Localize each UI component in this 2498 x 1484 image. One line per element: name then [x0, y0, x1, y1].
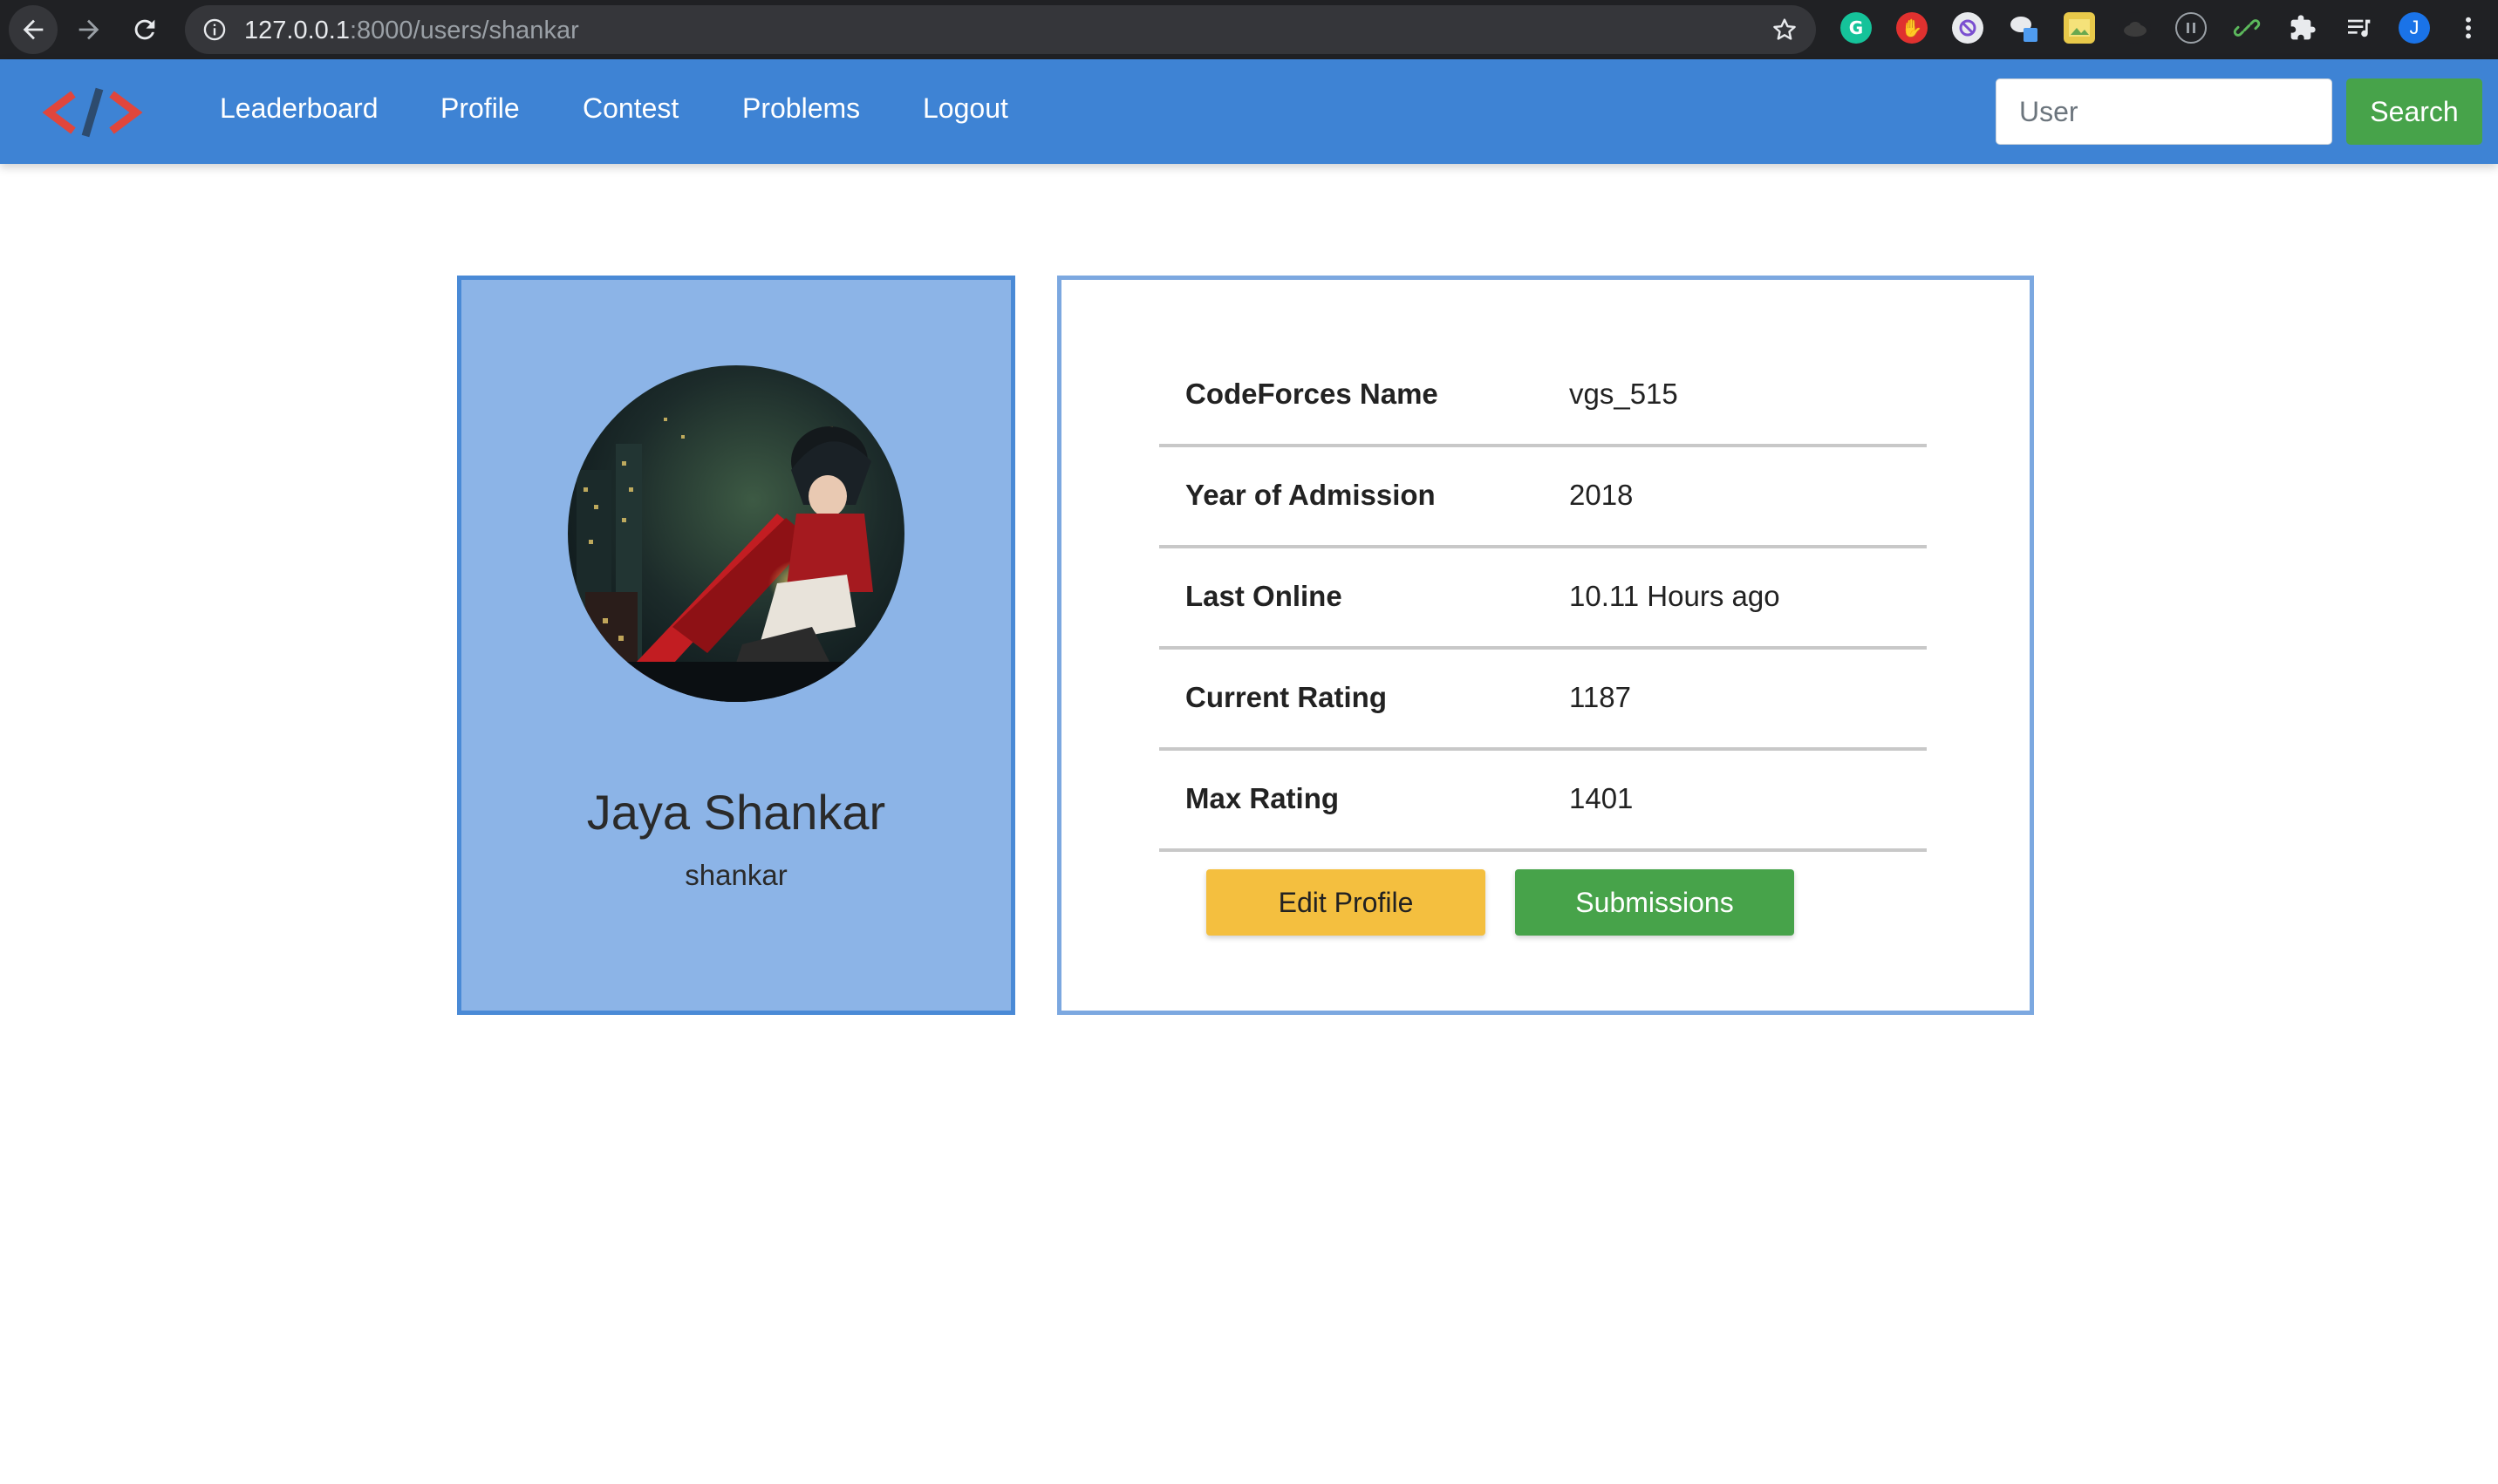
- adblock-icon[interactable]: ✋: [1896, 12, 1928, 44]
- star-icon[interactable]: [1771, 16, 1798, 44]
- nav-logout[interactable]: Logout: [923, 92, 1008, 125]
- arrow-right-icon: [78, 19, 99, 40]
- nav-contest[interactable]: Contest: [583, 92, 679, 125]
- url-text[interactable]: 127.0.0.1:8000/users/shankar: [244, 17, 579, 45]
- address-bar[interactable]: 127.0.0.1:8000/users/shankar: [185, 5, 1816, 54]
- image-extension-icon[interactable]: [2064, 12, 2095, 44]
- table-row: Current Rating 1187: [1159, 650, 1927, 751]
- site-navbar: Leaderboard Profile Contest Problems Log…: [0, 59, 2498, 164]
- link-icon[interactable]: [2231, 12, 2263, 44]
- anime-avatar-image: [568, 365, 904, 702]
- table-row: CodeForces Name vgs_515: [1159, 346, 1927, 447]
- kebab-menu-icon[interactable]: [2453, 12, 2484, 44]
- url-path: :8000/users/shankar: [349, 17, 579, 44]
- profile-details-card: CodeForces Name vgs_515 Year of Admissio…: [1057, 276, 2034, 1015]
- arrow-left-icon: [23, 19, 44, 40]
- row-value: 2018: [1569, 479, 1634, 511]
- row-label: Year of Admission: [1185, 479, 1436, 511]
- code-brackets-logo[interactable]: [40, 82, 145, 143]
- info-icon[interactable]: [202, 17, 227, 42]
- url-host: 127.0.0.1: [244, 17, 350, 44]
- user-search-input[interactable]: [1996, 78, 2332, 145]
- playlist-icon[interactable]: [2343, 12, 2374, 44]
- table-row: Last Online 10.11 Hours ago: [1159, 548, 1927, 650]
- chat-extension-icon[interactable]: [2008, 12, 2039, 44]
- row-value: 10.11 Hours ago: [1569, 580, 1780, 612]
- reload-icon: [134, 19, 155, 40]
- profile-full-name: Jaya Shankar: [586, 785, 886, 840]
- reload-button[interactable]: [120, 5, 169, 54]
- row-value: 1401: [1569, 782, 1634, 814]
- nav-leaderboard[interactable]: Leaderboard: [220, 92, 378, 125]
- puzzle-icon[interactable]: [2287, 12, 2318, 44]
- row-label: Current Rating: [1185, 681, 1387, 713]
- cloud-extension-icon[interactable]: [2119, 12, 2151, 44]
- profile-initial: J: [2409, 17, 2420, 38]
- profile-card: Jaya Shankar shankar: [457, 276, 1015, 1015]
- row-value: vgs_515: [1569, 378, 1678, 410]
- browser-toolbar: 127.0.0.1:8000/users/shankar G ✋ J: [0, 0, 2498, 59]
- avatar-icon[interactable]: J: [2399, 12, 2430, 44]
- profile-username: shankar: [685, 859, 788, 891]
- forward-button[interactable]: [65, 5, 113, 54]
- nav-profile[interactable]: Profile: [440, 92, 520, 125]
- submissions-button[interactable]: Submissions: [1515, 869, 1794, 936]
- row-label: Last Online: [1185, 580, 1342, 612]
- pause-icon[interactable]: [2175, 12, 2207, 44]
- search-button[interactable]: Search: [2346, 78, 2482, 145]
- row-label: CodeForces Name: [1185, 378, 1438, 410]
- block-icon[interactable]: [1952, 12, 1983, 44]
- table-row: Year of Admission 2018: [1159, 447, 1927, 548]
- edit-profile-button[interactable]: Edit Profile: [1206, 869, 1485, 936]
- grammarly-icon[interactable]: G: [1840, 12, 1872, 44]
- back-button[interactable]: [9, 5, 58, 54]
- row-label: Max Rating: [1185, 782, 1340, 814]
- table-row: Max Rating 1401: [1159, 751, 1927, 852]
- nav-problems[interactable]: Problems: [742, 92, 860, 125]
- details-table: CodeForces Name vgs_515 Year of Admissio…: [1159, 346, 1927, 852]
- row-value: 1187: [1569, 681, 1631, 713]
